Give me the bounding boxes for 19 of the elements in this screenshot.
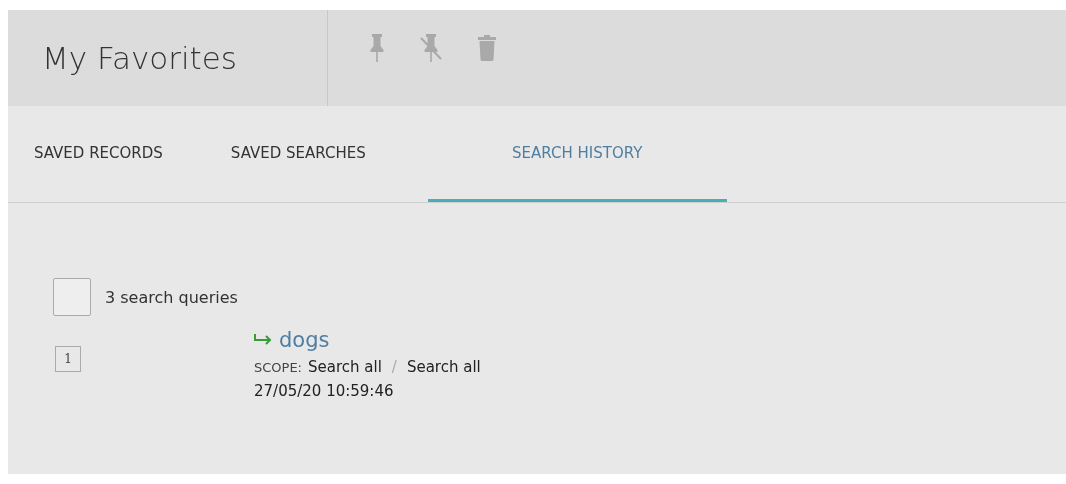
page-title: My Favorites [42,40,237,76]
scope-label: SCOPE: [254,360,302,375]
delete-button[interactable] [476,32,498,64]
select-all-checkbox[interactable] [53,278,91,316]
tab[interactable]: SAVED SEARCHES [216,106,380,202]
pin-button[interactable] [368,32,386,64]
arrow-icon [254,334,273,346]
trash-icon [478,34,496,62]
tab[interactable]: SAVED RECORDS [20,106,177,202]
item-number: 1 [55,346,81,372]
scope-value: Search all [308,358,382,376]
pin-icon [370,34,384,62]
timestamp: 27/05/20 10:59:46 [254,382,395,400]
unpin-button[interactable] [418,32,444,64]
unpin-icon [420,34,442,62]
result-count: 3 search queries [105,287,238,307]
separator: / [391,358,397,376]
scope-value: Search all [406,358,481,376]
query-link[interactable]: dogs [279,328,330,352]
